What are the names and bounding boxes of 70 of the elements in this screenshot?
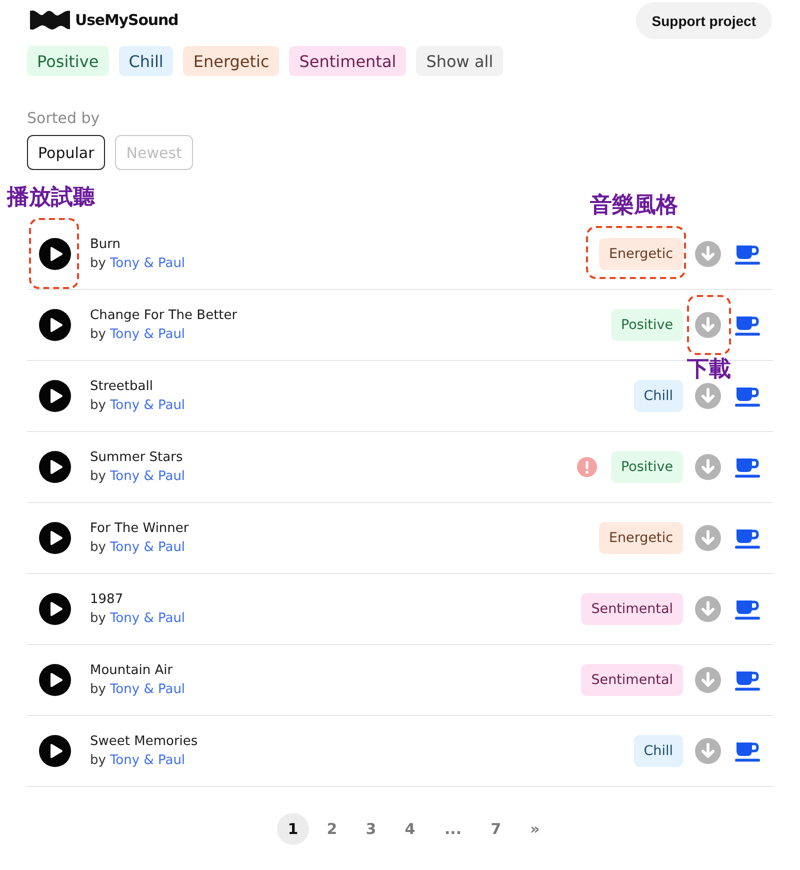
genre-tag[interactable]: Chill bbox=[634, 380, 683, 412]
dashed-callout-frame bbox=[29, 218, 79, 289]
coffee-cup-icon[interactable] bbox=[735, 386, 760, 406]
genre-tag[interactable]: Positive bbox=[610, 309, 683, 341]
genre-tag[interactable]: Energetic bbox=[598, 522, 683, 554]
coffee-cup-icon[interactable] bbox=[735, 670, 760, 690]
play-icon[interactable] bbox=[39, 593, 71, 625]
page-link[interactable]: 7 bbox=[480, 813, 512, 845]
play-icon[interactable] bbox=[39, 309, 71, 341]
song-title: Sweet Memories bbox=[90, 733, 198, 751]
coffee-cup-icon[interactable] bbox=[735, 456, 760, 478]
by-label: by bbox=[90, 539, 106, 557]
by-label: by bbox=[90, 752, 106, 770]
genre-tag[interactable]: Energetic bbox=[598, 238, 683, 270]
by-label: by bbox=[90, 610, 106, 628]
artist-link[interactable]: Tony & Paul bbox=[110, 538, 186, 557]
song-title: Burn bbox=[90, 236, 121, 254]
coffee-cup-icon[interactable] bbox=[735, 244, 760, 264]
play-icon[interactable] bbox=[39, 664, 71, 696]
genre-tag[interactable]: Sentimental bbox=[581, 593, 683, 625]
by-label: by bbox=[90, 255, 106, 273]
sort-label: Sorted by bbox=[27, 109, 100, 128]
coffee-cup-icon[interactable] bbox=[735, 740, 760, 762]
page-link[interactable]: 2 bbox=[316, 813, 348, 845]
coffee-cup-icon[interactable] bbox=[735, 528, 760, 548]
brand-name: UseMySound bbox=[75, 10, 178, 28]
play-icon[interactable] bbox=[39, 735, 71, 767]
support-button[interactable]: Support project bbox=[636, 2, 772, 39]
filter-button[interactable]: Chill bbox=[118, 46, 174, 76]
by-label: by bbox=[90, 397, 106, 415]
song-title: Change For The Better bbox=[90, 307, 238, 325]
artist-link[interactable]: Tony & Paul bbox=[110, 325, 186, 344]
artist-link[interactable]: Tony & Paul bbox=[110, 396, 186, 415]
by-label: by bbox=[90, 326, 106, 344]
callout-label: 播放試聽 bbox=[7, 186, 95, 210]
song-title: For The Winner bbox=[90, 520, 189, 538]
play-icon[interactable] bbox=[39, 238, 71, 270]
artist-link[interactable]: Tony & Paul bbox=[110, 751, 186, 770]
logo-icon bbox=[30, 8, 70, 30]
page-link[interactable]: 3 bbox=[355, 813, 387, 845]
filter-button[interactable]: Energetic bbox=[183, 46, 280, 76]
page-ellipsis: ... bbox=[443, 819, 463, 840]
genre-tag[interactable]: Positive bbox=[610, 451, 683, 483]
coffee-cup-icon[interactable] bbox=[735, 598, 760, 620]
coffee-cup-icon[interactable] bbox=[735, 314, 760, 336]
play-icon[interactable] bbox=[39, 451, 71, 483]
page-link[interactable]: 4 bbox=[394, 813, 426, 845]
callout-label: 音樂風格 bbox=[590, 194, 678, 218]
sort-option[interactable]: Popular bbox=[27, 135, 106, 170]
song-title: Streetball bbox=[90, 378, 153, 396]
by-label: by bbox=[90, 681, 106, 699]
callout-label: 下載 bbox=[687, 358, 731, 382]
song-title: Mountain Air bbox=[90, 662, 173, 680]
filter-button[interactable]: Sentimental bbox=[289, 46, 406, 76]
genre-tag[interactable]: Chill bbox=[634, 735, 683, 767]
artist-link[interactable]: Tony & Paul bbox=[110, 467, 186, 486]
page-link[interactable]: 1 bbox=[277, 813, 309, 845]
play-icon[interactable] bbox=[39, 380, 71, 412]
filter-button[interactable]: Positive bbox=[27, 46, 109, 76]
song-title: Summer Stars bbox=[90, 449, 183, 467]
dashed-callout-frame bbox=[687, 295, 731, 355]
song-title: 1987 bbox=[90, 591, 124, 609]
by-label: by bbox=[90, 468, 106, 486]
artist-link[interactable]: Tony & Paul bbox=[110, 609, 186, 628]
play-icon[interactable] bbox=[39, 522, 71, 554]
genre-tag[interactable]: Sentimental bbox=[581, 664, 683, 696]
next-page-link[interactable]: » bbox=[519, 813, 551, 845]
artist-link[interactable]: Tony & Paul bbox=[110, 680, 186, 699]
filter-button[interactable]: Show all bbox=[416, 46, 504, 76]
artist-link[interactable]: Tony & Paul bbox=[110, 254, 186, 273]
